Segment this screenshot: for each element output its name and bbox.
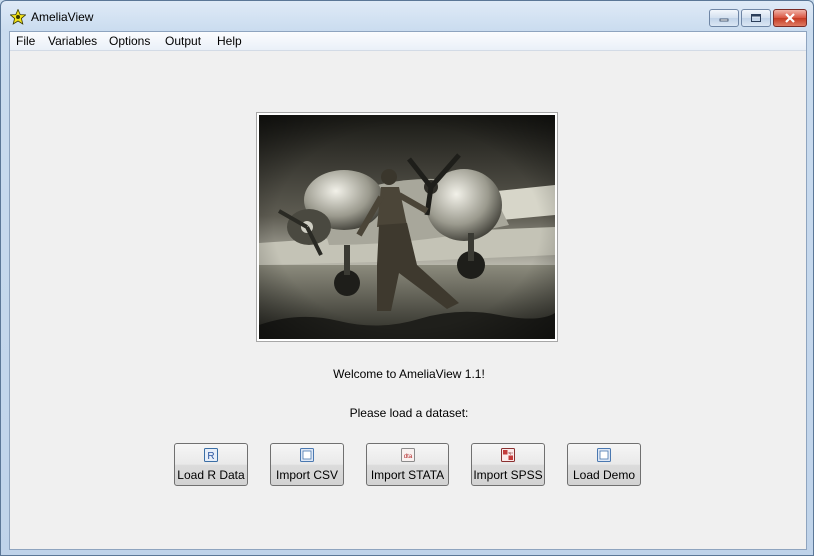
menu-output[interactable]: Output: [163, 33, 203, 49]
stata-icon: dta: [400, 448, 415, 462]
load-r-data-button[interactable]: R Load R Data: [174, 443, 248, 486]
maximize-icon: [751, 14, 761, 22]
menu-options[interactable]: Options: [107, 33, 152, 49]
close-button[interactable]: [773, 9, 807, 27]
import-stata-button[interactable]: dta Import STATA: [366, 443, 449, 486]
application-window: AmeliaView File Variables Options Output…: [0, 0, 814, 556]
spss-icon: sp: [501, 448, 515, 462]
minimize-icon: [719, 18, 729, 22]
r-data-icon: R: [204, 448, 218, 462]
demo-icon: [597, 448, 611, 462]
load-demo-label: Load Demo: [572, 468, 636, 482]
star-app-icon: [10, 9, 26, 25]
import-spss-label: Import SPSS: [473, 468, 543, 482]
menu-variables[interactable]: Variables: [46, 33, 99, 49]
import-csv-button[interactable]: Import CSV: [270, 443, 344, 486]
import-stata-label: Import STATA: [370, 468, 445, 482]
title-bar[interactable]: AmeliaView: [1, 1, 813, 31]
maximize-button[interactable]: [741, 9, 771, 27]
menu-file[interactable]: File: [14, 33, 37, 49]
menu-bar: File Variables Options Output Help: [10, 32, 806, 51]
menu-help[interactable]: Help: [215, 33, 244, 49]
load-demo-button[interactable]: Load Demo: [567, 443, 641, 486]
airplane-aviator-image: [259, 115, 555, 339]
load-dataset-prompt: Please load a dataset:: [349, 406, 469, 420]
welcome-message: Welcome to AmeliaView 1.1!: [333, 367, 485, 381]
svg-text:dta: dta: [403, 454, 412, 460]
client-area: File Variables Options Output Help Welco…: [9, 31, 807, 550]
svg-text:R: R: [207, 451, 214, 462]
minimize-button[interactable]: [709, 9, 739, 27]
window-title: AmeliaView: [31, 10, 94, 24]
close-icon: [785, 13, 795, 23]
import-spss-button[interactable]: sp Import SPSS: [471, 443, 545, 486]
csv-icon: [300, 448, 314, 462]
import-csv-label: Import CSV: [275, 468, 338, 482]
load-r-data-label: Load R Data: [177, 468, 245, 482]
welcome-photo: [256, 112, 558, 342]
